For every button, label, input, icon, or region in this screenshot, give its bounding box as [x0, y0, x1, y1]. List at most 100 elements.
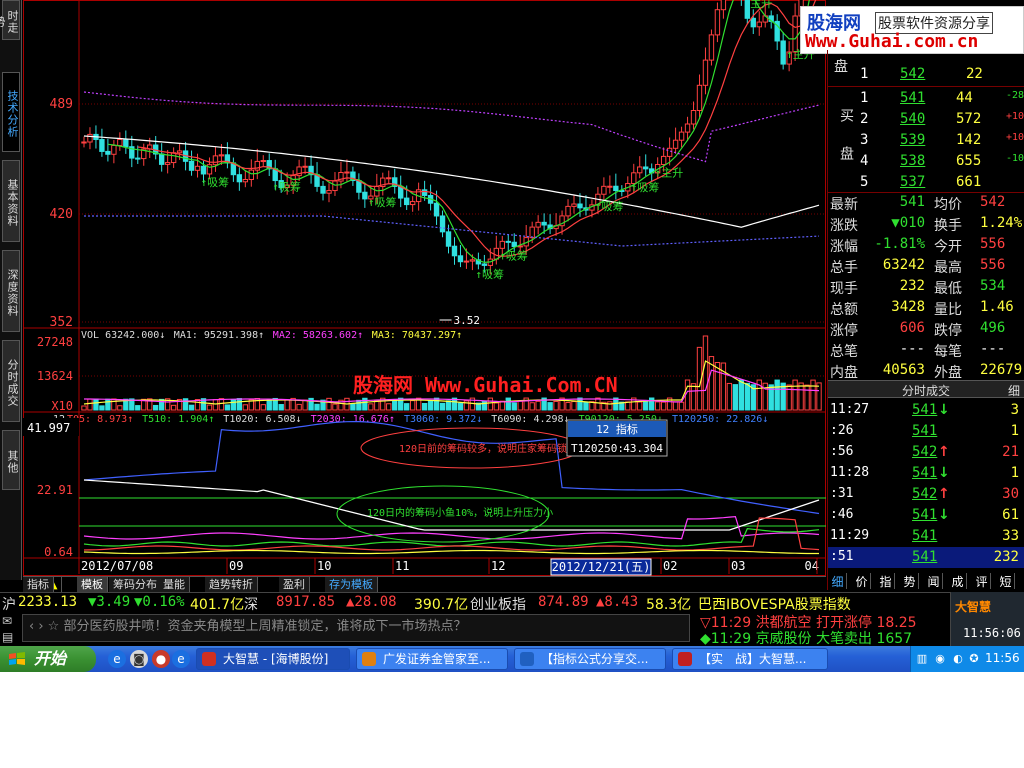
chart-tab-6[interactable]: 盈利: [279, 577, 310, 593]
volume-bar: [493, 402, 500, 411]
stat-row: 内盘 40563 外盘 22679: [828, 360, 1024, 381]
task-app-icon: [678, 652, 692, 666]
taskbar-task[interactable]: 【实 战】大智慧...: [672, 648, 828, 670]
news-bar[interactable]: ✉ ▤ ‹ › ☆ 部分医药股井喷！资金夹角模型上周精准锁定，谁将成下一市场热点…: [0, 612, 700, 646]
chart-svg[interactable]: 489420352↑吸筹 ↑吸筹↑吸筹↑吸筹↑吸筹↑吸筹↑吸筹↑主升主升↑主升3.…: [23, 0, 826, 576]
desktop-icon[interactable]: ◙: [130, 650, 148, 668]
buy-row[interactable]: 2 540 572 +10: [828, 109, 1024, 130]
network-icon[interactable]: ▥: [915, 652, 929, 666]
volume-bar: [744, 382, 750, 411]
sh-index: 2233.13: [18, 594, 78, 610]
weibo-icon[interactable]: ✪: [967, 652, 981, 666]
candle-body: [439, 215, 446, 233]
right-tab-4[interactable]: 闻: [925, 573, 943, 589]
stat-value-2: 496: [980, 320, 1006, 336]
volume-bar: [690, 383, 697, 411]
ticks-header[interactable]: 分时成交 细: [828, 380, 1024, 398]
tick-row[interactable]: :46 541 ↓ 61: [828, 505, 1024, 526]
tick-row[interactable]: 11:28 541 ↓ 1: [828, 463, 1024, 484]
news-message[interactable]: ‹ › ☆ 部分医药股井喷！资金夹角模型上周精准锁定，谁将成下一市场热点？: [22, 614, 690, 642]
alert-item[interactable]: ◆11:29 京威股份 大笔卖出 1657: [700, 628, 912, 648]
right-tab-6[interactable]: 评: [973, 573, 991, 589]
stat-value-2: 1.46: [980, 299, 1014, 315]
start-button[interactable]: 开始: [0, 646, 96, 672]
volume-bar: [314, 403, 320, 411]
security-icon[interactable]: ◉: [933, 652, 947, 666]
sz-amount: 390.7亿: [414, 597, 469, 613]
right-tab-0[interactable]: 细: [829, 573, 847, 589]
stat-label-2: 今开: [934, 239, 962, 255]
candle-body: [87, 133, 93, 143]
app-icon[interactable]: ●: [152, 650, 170, 668]
tick-row[interactable]: 11:29 541 33: [828, 526, 1024, 547]
buy-signal-label: 主升: [750, 0, 772, 10]
right-tab-7[interactable]: 短: [997, 573, 1015, 589]
candle-body: [601, 185, 607, 195]
stat-label: 最新: [830, 197, 858, 213]
index-ticker[interactable]: 沪 2233.13 ▼3.49 ▼0.16% 401.7亿 深 8917.85 …: [0, 592, 950, 613]
left-tab-3[interactable]: 深度资料: [2, 250, 20, 332]
buy-row[interactable]: 3 539 142 +10: [828, 130, 1024, 151]
buy-signal-label: ↑吸筹: [475, 267, 504, 281]
chart-panel[interactable]: 489 420 352 ↑吸筹 ↑吸筹 ↑吸筹 ↑吸筹 ↑吸筹 ↑吸筹 ↑吸筹 ↑主升 主升 ↑主升 3.…: [23, 0, 826, 576]
taskbar-task[interactable]: 【指标公式分享交...: [514, 648, 666, 670]
stat-row: 总额 3428 量比 1.46: [828, 297, 1024, 318]
ie-icon-2[interactable]: e: [172, 650, 190, 668]
chart-tab-1[interactable]: 指标: [23, 577, 54, 593]
tick-arrow: ↑: [938, 444, 950, 460]
sz-index: 8917.85: [276, 594, 336, 610]
buy-change: -283: [1006, 90, 1024, 101]
sell-row[interactable]: 盘 1 542 22: [828, 59, 1024, 85]
ma-long-purple-line: [83, 91, 820, 163]
chart-tab-3[interactable]: 筹码分布: [109, 577, 162, 593]
right-tab-1[interactable]: 价: [853, 573, 871, 589]
chart-tab-4[interactable]: 量能: [159, 577, 190, 593]
x-axis-label: 12: [491, 559, 505, 573]
indicator-t90120-line: [83, 528, 820, 547]
buy-row[interactable]: 1 541 44 -283: [828, 88, 1024, 109]
buy-vol: 661: [956, 174, 982, 190]
alert-list[interactable]: ▽11:29 洪都航空 打开涨停 18.25 ◆11:29 京威股份 大笔卖出 1…: [698, 612, 950, 648]
tick-price: 541: [912, 528, 938, 544]
windows-taskbar: 开始 e ◙ ● e 大智慧 - [海博股份] 广发证券金管家至... 【指标公式分…: [0, 646, 1024, 672]
tick-row[interactable]: :31 542 ↑ 30: [828, 484, 1024, 505]
logo-url: Www.Guhai.com.cn: [805, 31, 979, 52]
ie-icon[interactable]: e: [108, 650, 126, 668]
buy-row[interactable]: 5 537 661: [828, 172, 1024, 193]
taskbar-task[interactable]: 大智慧 - [海博股份]: [196, 648, 350, 670]
candle-body: [666, 147, 673, 157]
volume-icon[interactable]: ◐: [951, 652, 965, 666]
stat-value-2: 542: [980, 194, 1006, 210]
stat-label-2: 换手: [934, 218, 962, 234]
stat-value-2: ---: [980, 341, 1006, 357]
taskbar-task[interactable]: 广发证券金管家至...: [356, 648, 508, 670]
tick-row[interactable]: :26 541 1: [828, 421, 1024, 442]
tick-row[interactable]: :56 542 ↑ 21: [828, 442, 1024, 463]
volume-bar: [242, 404, 249, 411]
left-tab-1[interactable]: 技术分析: [2, 72, 20, 152]
chart-tab-5[interactable]: 趋势转折: [205, 577, 258, 593]
tick-row[interactable]: :51 541 232: [828, 547, 1024, 568]
left-tab-0[interactable]: 时走势: [0, 0, 20, 40]
tick-row[interactable]: 11:27 541 ↓ 3: [828, 400, 1024, 421]
chart-tab-2[interactable]: 模板: [77, 577, 108, 593]
right-tab-2[interactable]: 指: [877, 573, 895, 589]
left-tab-4[interactable]: 分时成交: [2, 340, 20, 422]
volume-bar: [260, 404, 266, 411]
right-tab-3[interactable]: 势: [901, 573, 919, 589]
right-tab-5[interactable]: 成: [949, 573, 967, 589]
left-tab-bar: 时走势技术分析基本资料深度资料分时成交其他: [0, 0, 22, 580]
chart-tab-7[interactable]: 存为模板: [325, 577, 378, 593]
volume-bar: [445, 400, 452, 411]
stat-value: ---: [899, 341, 925, 357]
mail-icon[interactable]: ✉: [2, 614, 18, 628]
buy-row[interactable]: 4 538 655 -10: [828, 151, 1024, 172]
ticks-detail-button[interactable]: 细: [1008, 382, 1020, 399]
candle-body: [99, 139, 105, 152]
alert-icon[interactable]: ▤: [2, 630, 18, 644]
volume-bar: [350, 403, 356, 411]
left-tab-2[interactable]: 基本资料: [2, 160, 20, 242]
left-tab-5[interactable]: 其他: [2, 430, 20, 490]
candle-body: [194, 165, 201, 171]
buy-signal-label: ↑吸筹: [499, 248, 528, 262]
